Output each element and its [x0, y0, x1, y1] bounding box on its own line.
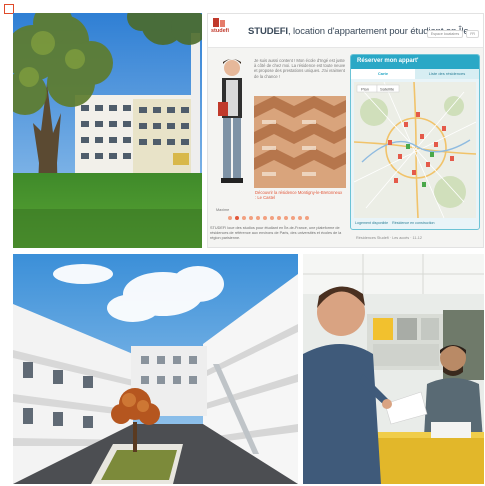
carousel-dot[interactable] — [291, 216, 295, 220]
architecture-photo — [254, 96, 346, 188]
carousel-dot-active[interactable] — [235, 216, 239, 220]
language-button[interactable]: FR — [466, 30, 479, 38]
residence-illustration — [13, 13, 202, 248]
courtyard-illustration — [13, 254, 298, 484]
map-control-plan: Plan — [361, 87, 369, 92]
student-name: Maxime — [216, 208, 230, 212]
carousel-dot[interactable] — [242, 216, 246, 220]
carousel-dot[interactable] — [284, 216, 288, 220]
tab-map[interactable]: Carte — [351, 69, 415, 79]
booking-panel-title: Réserver mon appart' — [357, 58, 419, 64]
carousel-dot[interactable] — [228, 216, 232, 220]
carousel-dots[interactable] — [228, 216, 309, 220]
website-screenshot: studefi STUDEFI, location d'appartement … — [207, 13, 484, 248]
carousel-dot[interactable] — [270, 216, 274, 220]
map-illustration: Plan Satellite — [354, 82, 476, 218]
carousel-dot[interactable] — [256, 216, 260, 220]
map-control-satellite: Satellite — [380, 87, 395, 92]
website-top-buttons: Espace locataires FR — [426, 30, 479, 38]
studefi-logo: studefi — [211, 17, 233, 43]
website-left-column: Je suis aussi content ! Mon école d'Ingé… — [208, 50, 348, 247]
courtyard-photo — [13, 254, 298, 484]
tab-residence-list[interactable]: Liste des résidences — [415, 69, 479, 79]
website-header: studefi STUDEFI, location d'appartement … — [208, 14, 483, 48]
intro-text: STUDEFI loue des studios pour étudiant e… — [210, 226, 342, 240]
booking-tabs: Carte Liste des résidences — [351, 69, 479, 79]
carousel-dot[interactable] — [305, 216, 309, 220]
carousel-dot[interactable] — [298, 216, 302, 220]
reception-photo — [303, 254, 484, 484]
residence-link[interactable]: Découvrir la résidence Montigny-le-Breto… — [255, 190, 343, 200]
residence-map[interactable]: Plan Satellite — [354, 82, 476, 218]
logo-text: studefi — [211, 28, 230, 34]
reception-illustration — [303, 254, 484, 484]
tenant-space-button[interactable]: Espace locataires — [426, 30, 464, 38]
legend-available: Logement disponible — [355, 221, 389, 225]
website-title-brand: STUDEFI — [248, 26, 288, 37]
testimonial-text: Je suis aussi content ! Mon école d'Ingé… — [254, 58, 346, 79]
residence-photo — [13, 13, 202, 248]
map-legend: Logement disponible Résidence en constru… — [355, 221, 435, 225]
carousel-dot[interactable] — [249, 216, 253, 220]
carousel-dot[interactable] — [277, 216, 281, 220]
booking-panel-header: Réserver mon appart' — [351, 55, 479, 69]
website-footer-links[interactable]: Résidences Studefi · Les accès · 11-12 — [356, 236, 422, 240]
legend-construction: Résidence en construction — [392, 221, 435, 225]
carousel-dot[interactable] — [263, 216, 267, 220]
website-right-column: Réserver mon appart' Carte Liste des rés… — [348, 50, 483, 246]
booking-panel: Réserver mon appart' Carte Liste des rés… — [350, 54, 480, 230]
student-figure — [218, 59, 243, 183]
